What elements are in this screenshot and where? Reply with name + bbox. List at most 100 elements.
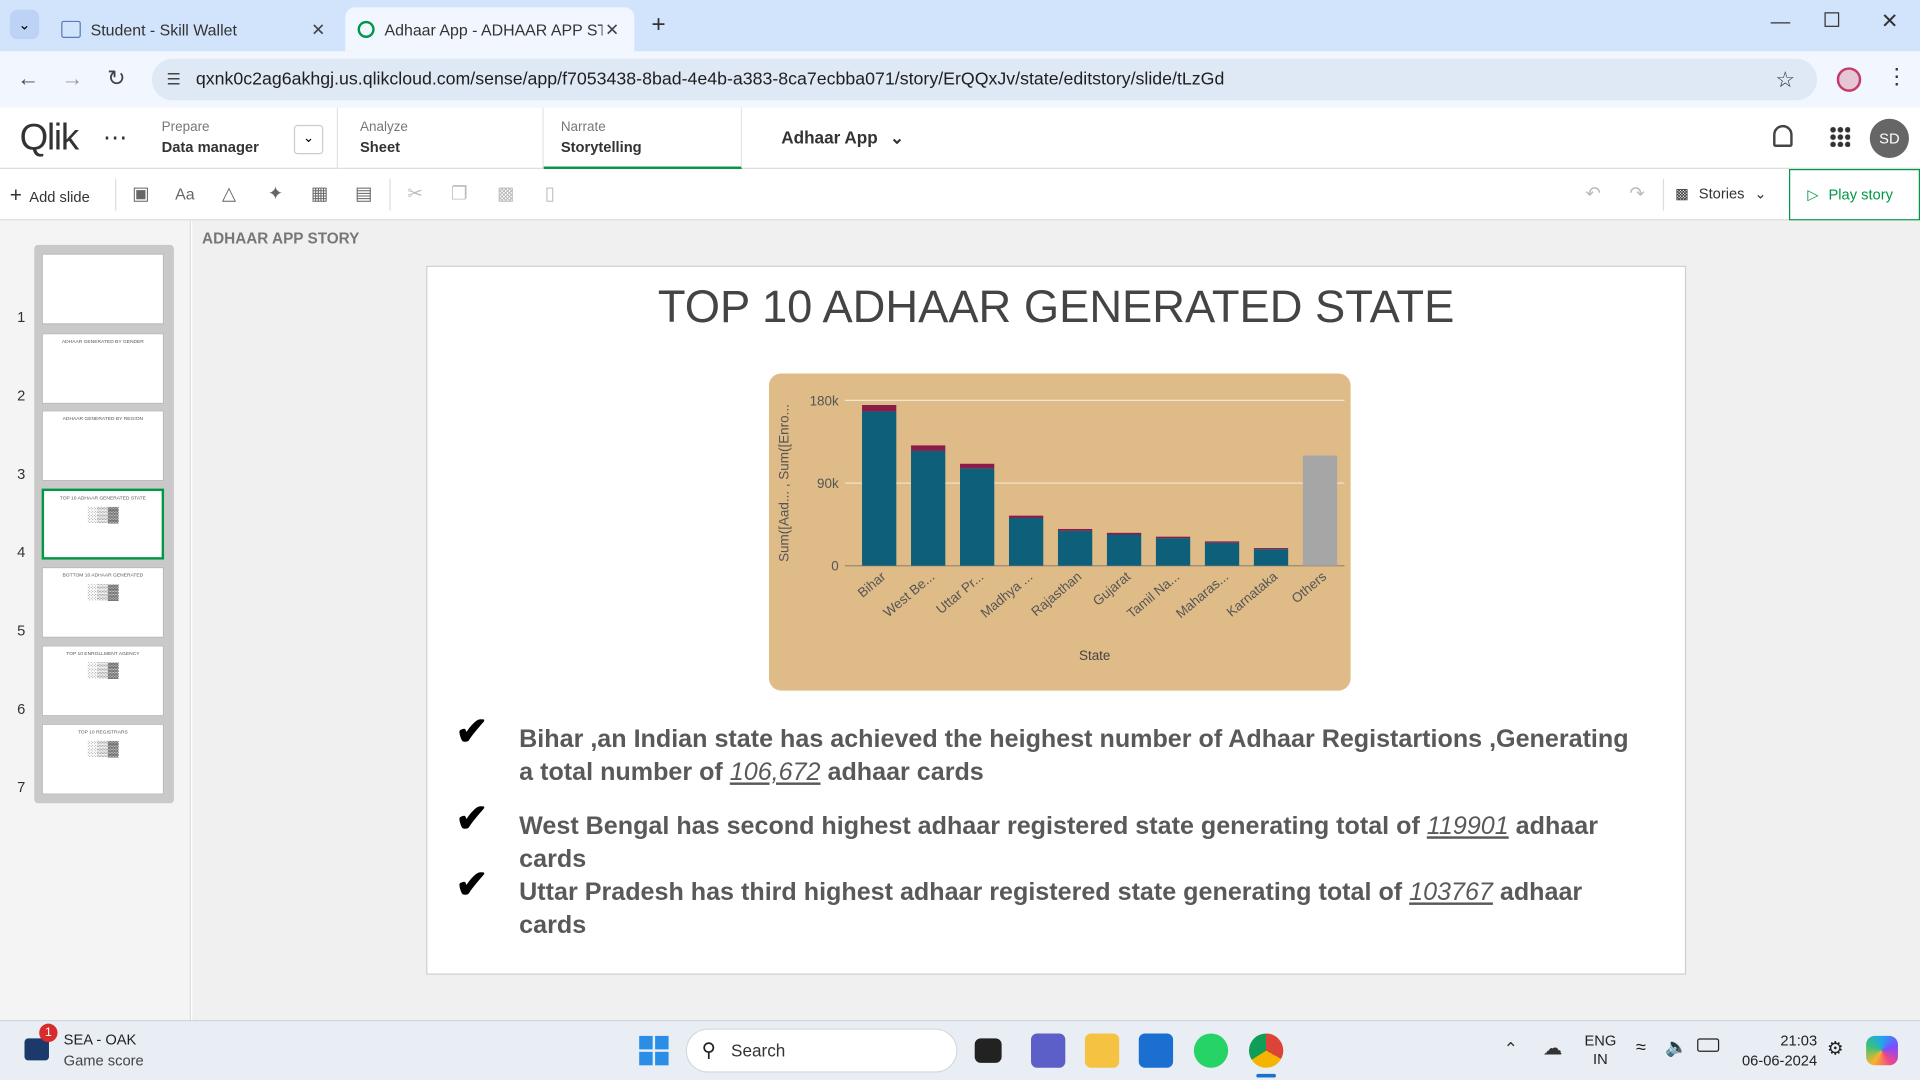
- slide-number: 1: [17, 308, 26, 326]
- search-placeholder: Search: [731, 1040, 786, 1061]
- slide-thumbnail-6[interactable]: TOP 10 ENROLLMENT AGENCY ░▒▓: [41, 645, 165, 717]
- tab-skill-wallet[interactable]: Student - Skill Wallet ✕: [49, 7, 340, 51]
- slide-thumbnail-3[interactable]: ADHAAR GENERATED BY REGION: [41, 410, 165, 482]
- bullet-2-text: West Bengal has second highest adhaar re…: [519, 811, 1427, 841]
- language-indicator[interactable]: ENG IN: [1584, 1032, 1616, 1069]
- redo-icon[interactable]: ↷: [1624, 181, 1651, 208]
- cut-icon[interactable]: ✂: [402, 181, 429, 208]
- nav-narrate-value: Storytelling: [560, 138, 642, 156]
- undo-icon[interactable]: ↶: [1580, 181, 1607, 208]
- close-window-button[interactable]: ✕: [1881, 10, 1898, 34]
- site-info-icon[interactable]: ☰: [167, 59, 181, 101]
- slide-thumbnail-7[interactable]: TOP 10 REGISTRARS ░▒▓: [41, 723, 165, 795]
- tab-list-dropdown-button[interactable]: ⌄: [9, 9, 40, 40]
- battery-icon[interactable]: [1697, 1038, 1720, 1052]
- nav-narrate[interactable]: Narrate Storytelling: [543, 107, 743, 169]
- show-hidden-icons-chevron-icon[interactable]: ⌃: [1504, 1038, 1518, 1059]
- mail-icon[interactable]: [1138, 1033, 1174, 1068]
- bar-madhya-enrolments: [1008, 515, 1044, 518]
- slide-thumbnail-2[interactable]: ADHAAR GENERATED BY GENDER: [41, 333, 165, 405]
- start-windows-icon[interactable]: [639, 1035, 669, 1066]
- address-bar-row: ← → ↻ ☰ qxnk0c2ag6akhgj.us.qlikcloud.com…: [0, 51, 1920, 108]
- plus-icon: +: [9, 183, 22, 207]
- text-tool-icon[interactable]: Aa: [171, 181, 198, 208]
- browser-menu-icon[interactable]: ⋮: [1886, 64, 1908, 90]
- add-slide-button[interactable]: + Add slide: [10, 184, 90, 208]
- user-avatar[interactable]: SD: [1869, 118, 1909, 158]
- bar-madhya-registrations: [1008, 517, 1044, 566]
- notification-badge: 1: [39, 1023, 58, 1043]
- bar-bihar-registrations: [862, 411, 897, 566]
- notifications-bell-icon[interactable]: [1773, 124, 1793, 147]
- copy-icon[interactable]: ❐: [446, 181, 473, 208]
- nav-analyze-value: Sheet: [360, 138, 401, 156]
- apps-grid-icon[interactable]: [1829, 126, 1851, 147]
- minimize-button[interactable]: —: [1771, 12, 1791, 34]
- task-view-icon[interactable]: [974, 1038, 1002, 1063]
- notifications-icon[interactable]: ⚙: [1827, 1037, 1843, 1059]
- onedrive-cloud-icon[interactable]: ☁: [1543, 1036, 1563, 1060]
- bullet-1[interactable]: ✔ Bihar ,an Indian state has achieved th…: [456, 711, 1632, 788]
- image-icon[interactable]: ▦: [306, 181, 333, 208]
- teams-icon[interactable]: [1031, 1033, 1066, 1068]
- bullet-1-suffix: adhaar cards: [820, 757, 984, 787]
- delete-icon[interactable]: ▯: [536, 181, 563, 208]
- game-score-widget[interactable]: 1 SEA - OAK Game score: [24, 1023, 195, 1073]
- more-menu-icon[interactable]: ⋯: [103, 122, 127, 153]
- url-field[interactable]: ☰ qxnk0c2ag6akhgj.us.qlikcloud.com/sense…: [151, 58, 1818, 101]
- bar-chart-object[interactable]: 0 90k 180k Sum([Aad... , Sum([Enro... Bihar W…: [768, 373, 1351, 691]
- taskbar-search-box[interactable]: ⚲ Search: [685, 1028, 958, 1073]
- toolbar-divider: [115, 178, 117, 211]
- nav-prepare[interactable]: Prepare Data manager ⌄: [144, 107, 338, 169]
- new-tab-button[interactable]: +: [651, 11, 665, 39]
- close-tab-icon[interactable]: ✕: [602, 19, 622, 40]
- bar-bihar-enrolments: [862, 405, 897, 412]
- bullet-3[interactable]: ✔ Uttar Pradesh has third highest adhaar…: [456, 864, 1632, 942]
- tab-adhaar-app[interactable]: Adhaar App - ADHAAR APP STO ✕: [345, 7, 635, 52]
- slide-title[interactable]: TOP 10 ADHAAR GENERATED STATE: [426, 282, 1686, 333]
- profile-avatar-icon[interactable]: [1836, 67, 1862, 92]
- prepare-dropdown-button[interactable]: ⌄: [293, 124, 324, 155]
- shapes-icon[interactable]: △: [216, 181, 243, 208]
- bar-gujarat-enrolments: [1106, 532, 1142, 535]
- x-axis-label: State: [1079, 648, 1110, 663]
- whatsapp-icon[interactable]: [1193, 1033, 1229, 1068]
- close-tab-icon[interactable]: ✕: [309, 19, 329, 40]
- bookmark-star-icon[interactable]: ☆: [1775, 59, 1795, 101]
- play-story-button[interactable]: ▷ Play story: [1788, 168, 1920, 221]
- embed-sheet-icon[interactable]: ▤: [350, 181, 377, 208]
- slide-thumbnail-4[interactable]: TOP 10 ADHAAR GENERATED STATE ░▒▓: [41, 488, 165, 560]
- stories-label: Stories: [1698, 184, 1745, 203]
- nav-analyze[interactable]: Analyze Sheet: [343, 107, 544, 169]
- file-explorer-icon[interactable]: [1084, 1033, 1120, 1068]
- stories-dropdown[interactable]: ▩ Stories ⌄: [1675, 185, 1767, 202]
- clock-time: 21:03: [1780, 1032, 1818, 1050]
- app-name: Adhaar App: [781, 127, 878, 147]
- copilot-icon[interactable]: [1866, 1035, 1898, 1066]
- chrome-active-indicator: [1256, 1073, 1276, 1078]
- bullet-2[interactable]: ✔ West Bengal has second highest adhaar …: [456, 798, 1632, 875]
- bar-chart[interactable]: 0 90k 180k Sum([Aad... , Sum([Enro... BiharW…: [769, 373, 1351, 690]
- back-icon[interactable]: ←: [15, 66, 42, 92]
- restore-button[interactable]: [1824, 12, 1840, 27]
- forward-icon[interactable]: →: [59, 66, 86, 92]
- bar-chart-icon: ░▒▓: [87, 661, 119, 679]
- slide-thumbnail-1[interactable]: [41, 253, 165, 325]
- wifi-icon[interactable]: ≈: [1636, 1037, 1646, 1058]
- volume-icon[interactable]: 🔈: [1665, 1036, 1688, 1058]
- qlik-logo[interactable]: Qlik: [20, 118, 80, 160]
- chrome-icon[interactable]: [1248, 1033, 1284, 1068]
- bar-rajasthan-registrations: [1057, 530, 1093, 566]
- slide-number: 3: [17, 465, 26, 483]
- bullet-2-number: 119901: [1426, 811, 1509, 841]
- slide-number: 5: [17, 622, 26, 640]
- paste-icon[interactable]: ▩: [492, 181, 519, 208]
- reload-icon[interactable]: ↻: [103, 66, 130, 92]
- clock[interactable]: 21:03 06-06-2024: [1734, 1031, 1817, 1070]
- bar-westbe-enrolments: [911, 445, 946, 451]
- snapshot-icon[interactable]: ▣: [127, 181, 154, 208]
- bar-rajasthan-enrolments: [1057, 528, 1093, 531]
- effects-wand-icon[interactable]: ✦: [262, 181, 289, 208]
- app-name-dropdown[interactable]: Adhaar App ⌄: [781, 127, 904, 148]
- slide-thumbnail-5[interactable]: BOTTOM 10 ADHAAR GENERATED ░▒▓: [41, 566, 165, 638]
